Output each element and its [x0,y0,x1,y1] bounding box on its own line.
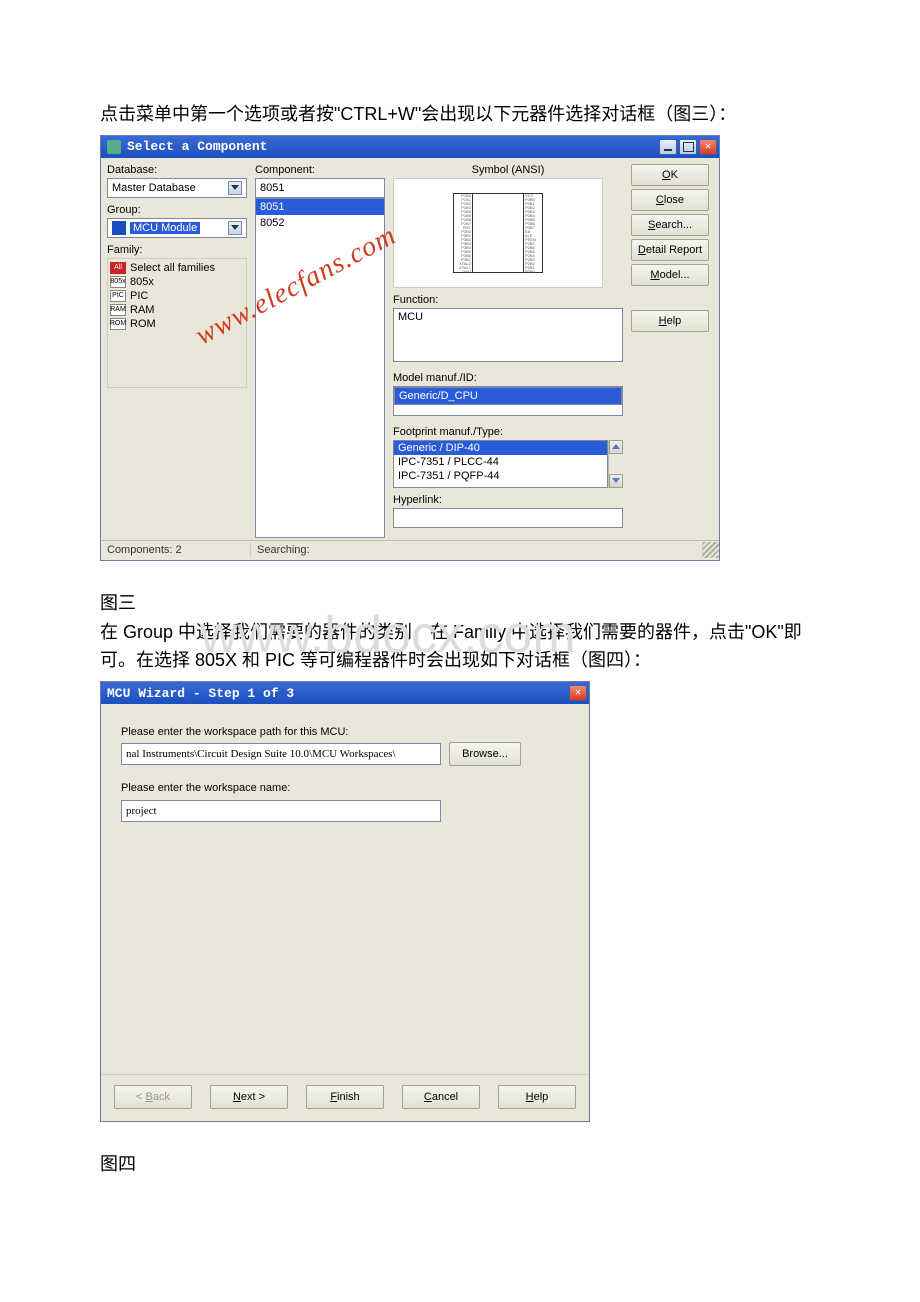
maximize-button[interactable] [679,139,697,155]
cancel-button[interactable]: Cancel [402,1085,480,1109]
hyperlink-input[interactable] [393,508,623,528]
symbol-preview: P1B0P1B1P1B2P1B3P1B4P1B5P1B6P1B7RSTP3B0P… [393,178,603,288]
database-label: Database: [107,164,247,176]
status-bar: Components: 2 Searching: [101,540,719,560]
search-button[interactable]: Search... [631,214,709,236]
function-label: Function: [393,294,623,306]
mcu-wizard-dialog: MCU Wizard - Step 1 of 3 Please enter th… [100,681,590,1122]
family-item-all[interactable]: All Select all families [110,261,244,275]
workspace-name-label: Please enter the workspace name: [121,782,569,794]
model-value: Generic/D_CPU [394,387,622,405]
model-box[interactable]: Generic/D_CPU [393,386,623,416]
finish-button[interactable]: Finish [306,1085,384,1109]
chevron-down-icon[interactable] [228,221,242,235]
list-item[interactable]: IPC-7351 / PQFP-44 [394,469,607,483]
status-components: Components: 2 [101,542,251,558]
scroll-down-button[interactable] [609,474,623,488]
app-icon [107,140,121,154]
scroll-up-button[interactable] [609,440,623,454]
family-item-pic[interactable]: PIC PIC [110,289,244,303]
chip-pin-label: P2B0 [525,270,535,274]
workspace-name-input[interactable] [121,800,441,822]
wizard-button-row: < Back Next > Finish Cancel Help [101,1074,589,1121]
side-buttons: OK Close Search... Detail Report Model..… [631,164,709,538]
family-item-label: PIC [130,290,148,302]
ok-button[interactable]: OK [631,164,709,186]
chip-diagram: P1B0P1B1P1B2P1B3P1B4P1B5P1B6P1B7RSTP3B0P… [453,193,543,273]
family-item-805x[interactable]: 805x 805x [110,275,244,289]
group-label: Group: [107,204,247,216]
workspace-path-input[interactable] [121,743,441,765]
scrollbar[interactable] [608,440,623,488]
footprint-label: Footprint manuf./Type: [393,426,623,438]
help-button[interactable]: Help [498,1085,576,1109]
component-label: Component: [255,164,385,176]
hyperlink-label: Hyperlink: [393,494,623,506]
list-item[interactable]: 8052 [256,215,384,231]
workspace-path-label: Please enter the workspace path for this… [121,726,569,738]
close-button[interactable] [699,139,717,155]
model-label: Model manuf./ID: [393,372,623,384]
mid-paragraph: 在 Group 中选择我们需要的器件的类别，在 Family 中选择我们需要的器… [100,618,820,676]
dialog-titlebar[interactable]: Select a Component [101,136,719,158]
next-button[interactable]: Next > [210,1085,288,1109]
list-item[interactable]: Generic / DIP-40 [394,441,607,455]
chip-pin-label: GND [462,270,471,274]
resize-grip[interactable] [703,542,719,558]
list-item[interactable]: 8051 [256,199,384,215]
help-button[interactable]: Help [631,310,709,332]
database-dropdown[interactable]: Master Database [107,178,247,198]
group-dropdown[interactable]: MCU Module [107,218,247,238]
family-item-label: 805x [130,276,154,288]
component-input[interactable]: 8051 [255,178,385,198]
close-button-side[interactable]: Close [631,189,709,211]
database-value: Master Database [112,182,196,194]
family-item-label: RAM [130,304,154,316]
family-item-rom[interactable]: ROM ROM [110,317,244,331]
function-box: MCU [393,308,623,362]
function-value: MCU [398,311,423,323]
fig4-caption: 图四 [100,1150,820,1179]
list-item[interactable]: IPC-7351 / PLCC-44 [394,455,607,469]
fig3-caption: 图三 [100,589,820,618]
symbol-label: Symbol (ANSI) [393,164,623,176]
chip-icon: 805x [110,276,126,288]
family-item-label: Select all families [130,262,215,274]
mcu-icon [112,221,126,235]
status-searching: Searching: [251,542,703,558]
detail-report-button[interactable]: Detail Report [631,239,709,261]
component-input-value: 8051 [260,182,284,194]
back-button: < Back [114,1085,192,1109]
dialog-title: Select a Component [127,139,267,154]
family-label: Family: [107,244,247,256]
dialog-titlebar[interactable]: MCU Wizard - Step 1 of 3 [101,682,589,704]
group-value: MCU Module [130,222,200,234]
chip-icon: PIC [110,290,126,302]
family-item-label: ROM [130,318,156,330]
dialog-title: MCU Wizard - Step 1 of 3 [107,686,294,701]
component-listbox[interactable]: 8051 8052 [255,198,385,538]
chevron-down-icon[interactable] [228,181,242,195]
model-button[interactable]: Model... [631,264,709,286]
chip-icon: ROM [110,318,126,330]
intro-paragraph: 点击菜单中第一个选项或者按"CTRL+W"会出现以下元器件选择对话框（图三）： [100,100,820,129]
close-button[interactable] [569,685,587,701]
minimize-button[interactable] [659,139,677,155]
family-list[interactable]: All Select all families 805x 805x PIC PI… [107,258,247,388]
browse-button[interactable]: Browse... [449,742,521,766]
footprint-listbox[interactable]: Generic / DIP-40 IPC-7351 / PLCC-44 IPC-… [393,440,608,488]
all-icon: All [110,262,126,274]
select-component-dialog: Select a Component Database: Master Data… [100,135,720,561]
family-item-ram[interactable]: RAM RAM [110,303,244,317]
chip-icon: RAM [110,304,126,316]
